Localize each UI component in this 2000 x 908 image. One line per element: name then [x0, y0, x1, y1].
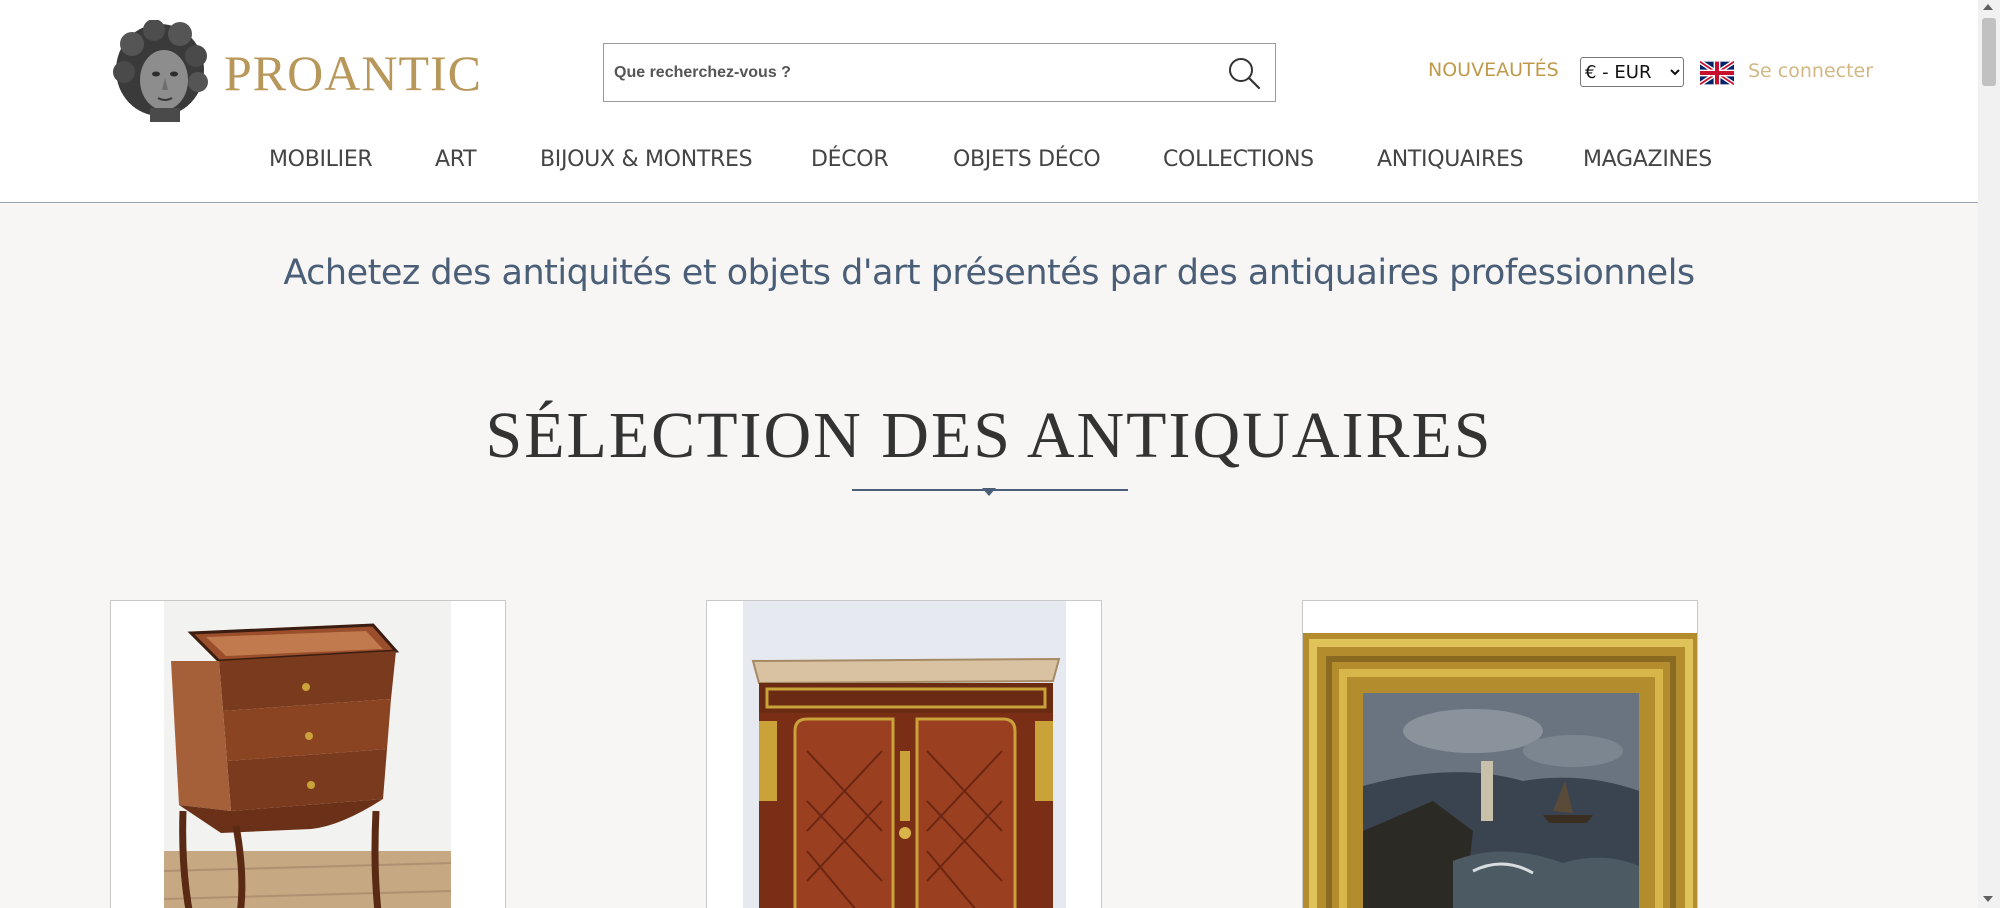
product-card[interactable]: [110, 600, 506, 908]
section-title: SÉLECTION DES ANTIQUAIRES: [485, 399, 1493, 472]
commode-cabinet-photo[interactable]: [707, 601, 1102, 908]
nav-item-mobilier[interactable]: MOBILIER: [269, 147, 373, 172]
main-navigation: MOBILIER ART BIJOUX & MONTRES DÉCOR OBJE…: [0, 147, 1978, 181]
title-divider-caret: [982, 488, 996, 496]
scroll-up-arrow-icon[interactable]: [1983, 4, 1993, 10]
currency-select[interactable]: € - EUR: [1580, 57, 1684, 87]
scroll-down-arrow-icon[interactable]: [1983, 896, 1993, 902]
nav-item-collections[interactable]: COLLECTIONS: [1163, 147, 1314, 172]
product-card[interactable]: [1302, 600, 1698, 908]
framed-seascape-painting-photo[interactable]: [1303, 601, 1698, 908]
nav-item-art[interactable]: ART: [435, 147, 477, 172]
nav-item-antiquaires[interactable]: ANTIQUAIRES: [1377, 147, 1524, 172]
news-link[interactable]: NOUVEAUTÉS: [1428, 59, 1559, 81]
logo-bust-icon[interactable]: [110, 20, 210, 122]
side-table-photo[interactable]: [111, 601, 506, 908]
search-bar: [603, 43, 1276, 102]
search-input[interactable]: [614, 44, 1204, 101]
login-link[interactable]: Se connecter: [1748, 60, 1873, 82]
scrollbar-thumb[interactable]: [1982, 18, 1996, 86]
logo-wordmark[interactable]: PROANTIC: [224, 44, 482, 102]
nav-item-bijoux-montres[interactable]: BIJOUX & MONTRES: [540, 147, 753, 172]
search-icon[interactable]: [1227, 56, 1261, 90]
uk-flag-icon[interactable]: [1700, 61, 1734, 85]
nav-item-magazines[interactable]: MAGAZINES: [1583, 147, 1712, 172]
product-card[interactable]: [706, 600, 1102, 908]
nav-item-objets-deco[interactable]: OBJETS DÉCO: [953, 147, 1101, 172]
site-header: PROANTIC NOUVEAUTÉS € - EUR Se connecter…: [0, 0, 1978, 203]
nav-item-decor[interactable]: DÉCOR: [811, 147, 889, 172]
vertical-scrollbar[interactable]: [1978, 0, 2000, 908]
page-tagline: Achetez des antiquités et objets d'art p…: [283, 253, 1695, 293]
